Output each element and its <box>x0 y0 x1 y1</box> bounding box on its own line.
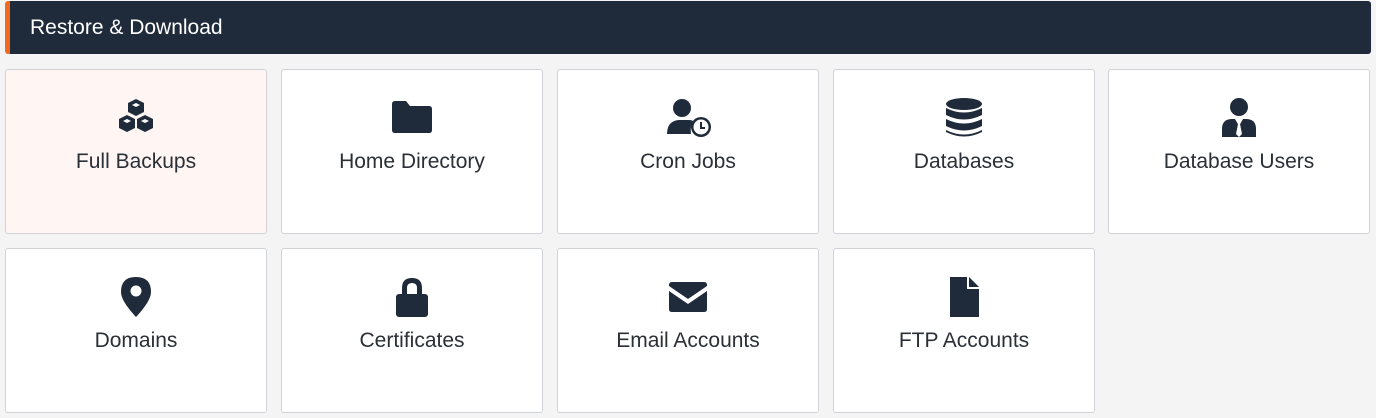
tile-label: Certificates <box>359 329 465 352</box>
lock-icon <box>389 276 435 318</box>
envelope-icon <box>665 276 711 318</box>
tile-label: FTP Accounts <box>898 329 1030 352</box>
tile-label: Email Accounts <box>616 329 760 352</box>
tile-label: Home Directory <box>339 150 485 173</box>
map-marker-icon <box>113 276 159 318</box>
database-icon <box>941 97 987 139</box>
tile-domains[interactable]: Domains <box>5 248 267 413</box>
file-icon <box>941 276 987 318</box>
user-clock-icon <box>665 97 711 139</box>
tile-cron-jobs[interactable]: Cron Jobs <box>557 69 819 234</box>
folder-icon <box>389 97 435 139</box>
section-header: Restore & Download <box>5 1 1371 54</box>
tile-label: Full Backups <box>75 150 197 173</box>
tile-databases[interactable]: Databases <box>833 69 1095 234</box>
tile-ftp-accounts[interactable]: FTP Accounts <box>833 248 1095 413</box>
tile-email-accounts[interactable]: Email Accounts <box>557 248 819 413</box>
tile-label: Database Users <box>1163 150 1315 173</box>
section-title: Restore & Download <box>30 16 223 39</box>
user-tie-icon <box>1216 97 1262 139</box>
tile-certificates[interactable]: Certificates <box>281 248 543 413</box>
tile-database-users[interactable]: Database Users <box>1108 69 1370 234</box>
tile-label: Databases <box>913 150 1015 173</box>
tile-full-backups[interactable]: Full Backups <box>5 69 267 234</box>
cubes-icon <box>113 97 159 139</box>
tile-label: Cron Jobs <box>640 150 736 173</box>
tile-home-directory[interactable]: Home Directory <box>281 69 543 234</box>
tile-label: Domains <box>94 329 178 352</box>
